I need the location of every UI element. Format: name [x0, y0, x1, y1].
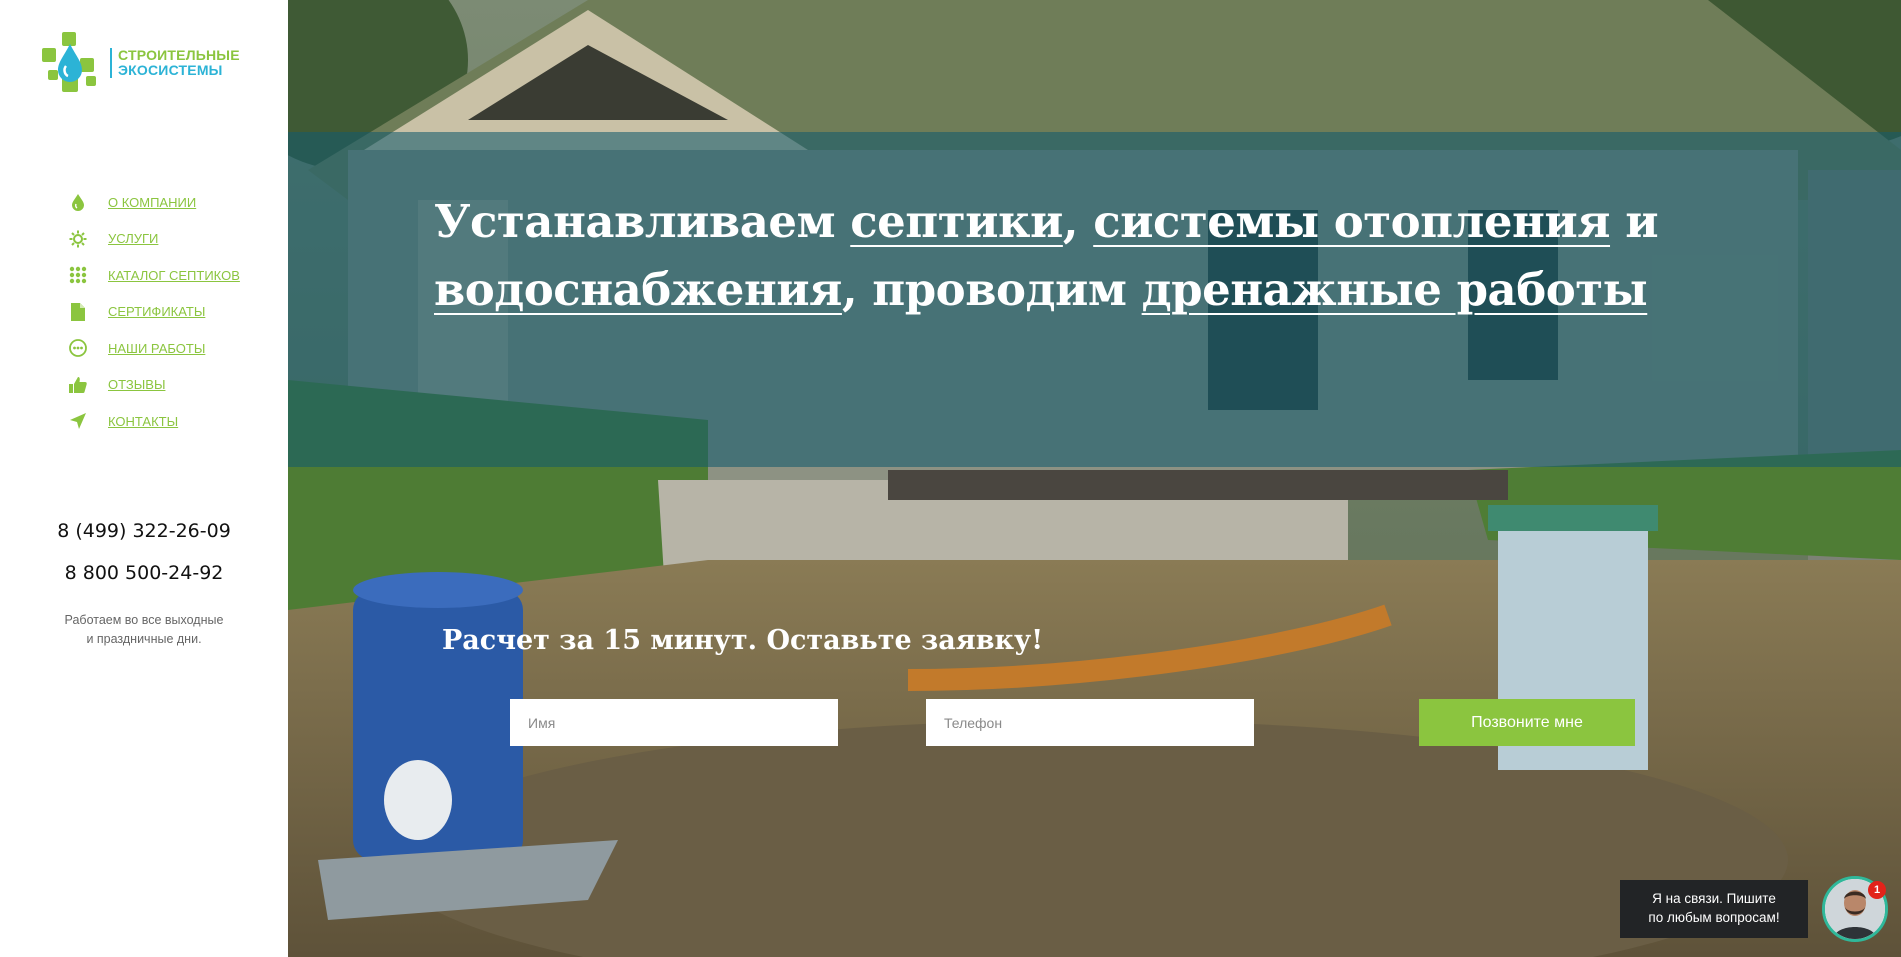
- logo-wordmark: СТРОИТЕЛЬНЫЕ ЭКОСИСТЕМЫ: [110, 48, 240, 78]
- nav-item-services[interactable]: УСЛУГИ: [68, 221, 240, 258]
- hero-headline: Устанавливаем септики, системы отопления…: [434, 188, 1734, 324]
- chat-notification-badge: 1: [1868, 881, 1886, 899]
- working-hours-line-1: Работаем во все выходные: [64, 613, 224, 627]
- phone-link-2[interactable]: 8 800 500-24-92: [0, 562, 288, 584]
- nav-item-works[interactable]: НАШИ РАБОТЫ: [68, 330, 240, 367]
- drop-icon: [68, 192, 88, 212]
- nav-item-certificates[interactable]: СЕРТИФИКАТЫ: [68, 294, 240, 331]
- grid-icon: [68, 265, 88, 285]
- headline-text: проводим: [872, 263, 1127, 316]
- nav-label: О КОМПАНИИ: [108, 194, 197, 210]
- document-icon: [68, 302, 88, 322]
- working-hours-line-2: и праздничные дни.: [86, 632, 202, 646]
- working-hours-note: Работаем во все выходные и праздничные д…: [0, 611, 288, 649]
- chat-invite-line-1: Я на связи. Пишите: [1652, 891, 1776, 906]
- headline-comma: ,: [1062, 195, 1079, 248]
- name-input[interactable]: [510, 699, 838, 746]
- link-heating[interactable]: системы отопления: [1093, 195, 1610, 248]
- chat-invite-bubble[interactable]: Я на связи. Пишите по любым вопросам!: [1620, 880, 1808, 938]
- chat-invite-line-2: по любым вопросам!: [1648, 910, 1780, 925]
- main-nav: О КОМПАНИИ УСЛУГИ КАТАЛОГ СЕПТИКОВ СЕРТИ…: [68, 184, 240, 440]
- link-drainage[interactable]: дренажные работы: [1142, 263, 1648, 316]
- nav-item-catalog[interactable]: КАТАЛОГ СЕПТИКОВ: [68, 257, 240, 294]
- thumbs-up-icon: [68, 375, 88, 395]
- sidebar: СТРОИТЕЛЬНЫЕ ЭКОСИСТЕМЫ О КОМПАНИИ УСЛУГ…: [0, 0, 288, 957]
- nav-label: УСЛУГИ: [108, 231, 159, 247]
- nav-label: КОНТАКТЫ: [108, 413, 179, 429]
- logo-line-1: СТРОИТЕЛЬНЫЕ: [118, 47, 240, 63]
- logo-line-2: ЭКОСИСТЕМЫ: [118, 62, 223, 78]
- logo-icon: [42, 32, 100, 94]
- hero-section: Устанавливаем септики, системы отопления…: [288, 0, 1901, 957]
- location-arrow-icon: [68, 411, 88, 431]
- phone-link-1[interactable]: 8 (499) 322-26-09: [0, 520, 288, 542]
- call-me-button[interactable]: Позвоните мне: [1419, 699, 1635, 746]
- nav-item-contacts[interactable]: КОНТАКТЫ: [68, 403, 240, 440]
- nav-item-reviews[interactable]: ОТЗЫВЫ: [68, 367, 240, 404]
- nav-item-about[interactable]: О КОМПАНИИ: [68, 184, 240, 221]
- nav-label: КАТАЛОГ СЕПТИКОВ: [108, 267, 240, 283]
- nav-label: СЕРТИФИКАТЫ: [108, 304, 206, 320]
- nav-label: ОТЗЫВЫ: [108, 377, 166, 393]
- request-form-title: Расчет за 15 минут. Оставьте заявку!: [442, 625, 1044, 656]
- headline-text: и: [1625, 195, 1659, 248]
- headline-comma: ,: [841, 263, 858, 316]
- link-septics[interactable]: септики: [850, 195, 1063, 248]
- phone-input[interactable]: [926, 699, 1254, 746]
- company-logo[interactable]: СТРОИТЕЛЬНЫЕ ЭКОСИСТЕМЫ: [42, 32, 240, 94]
- chat-icon: [68, 338, 88, 358]
- gear-icon: [68, 229, 88, 249]
- headline-text: Устанавливаем: [434, 195, 836, 248]
- link-water-supply[interactable]: водоснабжения: [434, 263, 842, 316]
- nav-label: НАШИ РАБОТЫ: [108, 340, 206, 356]
